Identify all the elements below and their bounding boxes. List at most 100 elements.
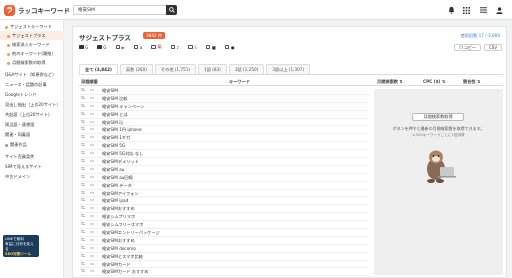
open-icon[interactable]: ▭ (90, 167, 95, 172)
keyword-text[interactable]: 格安SIMおすすめ (102, 205, 135, 212)
drill-down-icon[interactable]: ⇆ (81, 191, 86, 196)
sidebar-item-google-trends[interactable]: Googleトレンド (0, 90, 64, 99)
open-icon[interactable]: ▭ (90, 198, 95, 203)
drill-down-icon[interactable]: ⇆ (81, 269, 86, 274)
ad-banner[interactable]: LINEで無料 有益に分析を変える SEO対策ツール (3, 235, 39, 257)
keyword-text[interactable]: 格安SIM docomo (102, 245, 136, 252)
drill-down-icon[interactable]: ⇆ (81, 246, 86, 251)
csv-button[interactable]: CSV (484, 44, 503, 51)
keyword-text[interactable]: 格安SIM au (102, 166, 124, 173)
menu-icon[interactable] (478, 5, 488, 15)
sidebar-item-synonyms[interactable]: 関連・同義語 (0, 130, 64, 139)
notification-bell-icon[interactable] (446, 5, 456, 15)
drill-down-icon[interactable]: ⇆ (81, 135, 86, 140)
open-icon[interactable]: ▭ (90, 96, 95, 101)
col-volume[interactable]: 月間検索数 ⇅ (377, 77, 403, 86)
usage-link[interactable]: 使用回数 17 / 3,000 (461, 33, 500, 39)
checkbox[interactable] (133, 44, 139, 50)
keyword-text[interactable]: 格安SIM キャンペーン (102, 103, 144, 110)
keyword-text[interactable]: 格安SIM (102, 87, 118, 94)
drill-down-icon[interactable]: ⇆ (81, 167, 86, 172)
keyword-text[interactable]: 格安SIM 1ギガ (102, 134, 130, 141)
filter-rakuten[interactable]: 楽 (151, 44, 162, 50)
keyword-text[interactable]: 格安SIM ipad (102, 197, 128, 204)
keyword-text[interactable]: 格安SIM iij (102, 119, 123, 126)
filter-google-2[interactable]: G (97, 45, 107, 50)
open-icon[interactable]: ▭ (90, 120, 95, 125)
apps-grid-icon[interactable] (461, 5, 471, 15)
keyword-text[interactable]: 格安SIM au回線 (102, 174, 133, 181)
open-icon[interactable]: ▭ (90, 175, 95, 180)
keyword-text[interactable]: 格安SIMカード (102, 261, 130, 268)
tab-other[interactable]: その他 (1,751) (154, 64, 197, 74)
open-icon[interactable]: ▭ (90, 222, 95, 227)
keyword-text[interactable]: 格安SIM 比較 (102, 95, 128, 102)
sidebar-item-used-domains[interactable]: 中古ドメイン (0, 172, 64, 181)
drill-down-icon[interactable]: ⇆ (81, 96, 86, 101)
keyword-text[interactable]: 格安SIM 1円 iphone (102, 126, 142, 133)
col-cpc[interactable]: CPC ($) ⇅ (423, 77, 445, 86)
open-icon[interactable]: ▭ (90, 143, 95, 148)
open-icon[interactable]: ▭ (90, 214, 95, 219)
open-icon[interactable]: ▭ (90, 183, 95, 188)
drill-down-icon[interactable]: ⇆ (81, 206, 86, 211)
open-icon[interactable]: ▭ (90, 191, 95, 196)
drill-down-icon[interactable]: ⇆ (81, 254, 86, 259)
fetch-volume-button[interactable]: 月間検索数取得 (412, 113, 464, 121)
copy-button[interactable]: ❐ コピー (454, 44, 481, 51)
filter-shop[interactable]: ■ (205, 44, 216, 50)
drill-down-icon[interactable]: ⇆ (81, 198, 86, 203)
drill-down-icon[interactable]: ⇆ (81, 183, 86, 188)
sidebar-item-monthly-volume[interactable]: 月間検索数の取得 (0, 58, 64, 67)
drill-down-icon[interactable]: ⇆ (81, 222, 86, 227)
drill-down-icon[interactable]: ⇆ (81, 88, 86, 93)
drill-down-icon[interactable]: ⇆ (81, 175, 86, 180)
tab-alnum[interactable]: 英数 (260) (119, 64, 153, 74)
keyword-text[interactable]: 格安SIM データ (102, 182, 132, 189)
open-icon[interactable]: ▭ (90, 112, 95, 117)
drill-down-icon[interactable]: ⇆ (81, 151, 86, 156)
filter-google[interactable]: G (79, 45, 88, 50)
keyword-text[interactable]: 格安SIM とは (102, 111, 128, 118)
open-icon[interactable]: ▭ (90, 262, 95, 267)
open-icon[interactable]: ▭ (90, 135, 95, 140)
sidebar-item-cooccurrence[interactable]: 共起語（上位20サイト） (0, 110, 64, 119)
open-icon[interactable]: ▭ (90, 206, 95, 211)
checkbox[interactable] (188, 44, 193, 50)
filter-s[interactable]: S (188, 45, 197, 50)
drill-down-icon[interactable]: ⇆ (81, 230, 86, 235)
drill-down-icon[interactable]: ⇆ (81, 214, 86, 219)
sidebar-item-related-words[interactable]: 周辺語・連想語 (0, 120, 64, 129)
keyword-text[interactable]: 格安SIMとスマホ比較 (102, 253, 143, 260)
open-icon[interactable]: ▭ (90, 88, 95, 93)
sidebar-item-sim-sites[interactable]: SIMで見えるサイト (0, 162, 64, 171)
keyword-text[interactable]: 格安SIMおすすめ (102, 237, 135, 244)
open-icon[interactable]: ▭ (90, 246, 95, 251)
checkbox[interactable] (151, 44, 156, 50)
drill-down-icon[interactable]: ⇆ (81, 112, 86, 117)
open-icon[interactable]: ▭ (90, 238, 95, 243)
drill-down-icon[interactable]: ⇆ (81, 159, 86, 164)
search-input[interactable] (73, 5, 167, 15)
open-icon[interactable]: ▭ (90, 269, 95, 274)
filter-music[interactable]: ♪ (170, 44, 179, 50)
tab-3-plus-words[interactable]: 3語以上 (1,307) (266, 64, 311, 74)
checkbox[interactable] (205, 44, 211, 50)
checkbox[interactable] (224, 44, 230, 50)
keyword-text[interactable]: 格安SIM 5G対応 なし (102, 150, 143, 157)
sidebar-item-news[interactable]: ニュース・話題の記事 (0, 80, 64, 89)
drill-down-icon[interactable]: ⇆ (81, 120, 86, 125)
search-button[interactable] (166, 5, 177, 15)
keyword-text[interactable]: 格安シムプリマホ (102, 213, 135, 220)
keyword-text[interactable]: 格安SIMデメリット (102, 158, 139, 165)
sidebar-item-suggest[interactable]: サジェストキーワード (0, 22, 64, 31)
keyword-text[interactable]: 格安SIM 5G (102, 142, 125, 149)
open-icon[interactable]: ▭ (90, 159, 95, 164)
tab-1-word[interactable]: 1語 (83) (198, 64, 227, 74)
tab-3-words[interactable]: 3語 (1,250) (228, 64, 265, 74)
sidebar-item-related-works[interactable]: 関連作品 (0, 140, 64, 149)
checkbox[interactable] (170, 44, 176, 50)
sidebar-item-qa[interactable]: Q&Aサイト（知恵袋など） (0, 70, 64, 79)
sidebar-item-site-sales[interactable]: サイト売買案件 (0, 152, 64, 161)
open-icon[interactable]: ▭ (90, 254, 95, 259)
